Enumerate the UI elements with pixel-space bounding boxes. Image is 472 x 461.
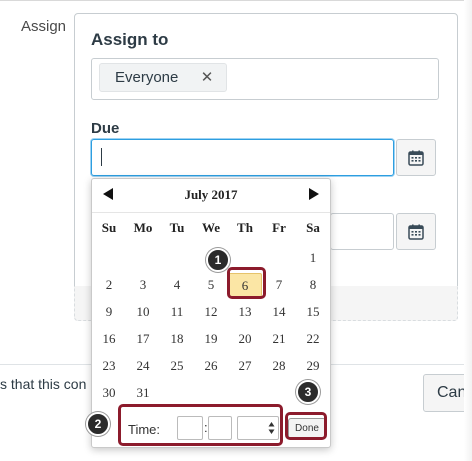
sort-arrows-icon xyxy=(268,422,275,434)
available-from-calendar-button[interactable] xyxy=(396,213,436,250)
day-cell[interactable]: 30 xyxy=(92,381,126,405)
day-cell[interactable]: 9 xyxy=(92,300,126,324)
time-label: Time: xyxy=(128,422,161,437)
day-cell[interactable]: 22 xyxy=(296,327,330,351)
day-cell[interactable]: 5 xyxy=(194,273,228,297)
time-picker-row: Time: : Done xyxy=(92,409,330,445)
day-cell[interactable]: 12 xyxy=(194,300,228,324)
weekday-header: Fr xyxy=(272,220,286,235)
day-cell[interactable]: 29 xyxy=(296,354,330,378)
day-cell[interactable]: 14 xyxy=(262,300,296,324)
due-calendar-button[interactable] xyxy=(396,139,436,176)
callout-step-2: 2 xyxy=(86,412,110,436)
day-cell[interactable]: 11 xyxy=(160,300,194,324)
day-cell[interactable]: 28 xyxy=(262,354,296,378)
assign-row-label: Assign xyxy=(21,18,67,35)
available-from-input[interactable] xyxy=(330,213,394,250)
text-caret xyxy=(101,148,102,166)
day-cell-selected[interactable]: 6 xyxy=(228,273,262,297)
datepicker-popup: July 2017 Su Mo Tu We Th Fr Sa 1 2 3 4 5 6 7 8 9 10 11 12… xyxy=(91,178,331,448)
weekday-header: Mo xyxy=(133,220,153,235)
frame-top-border xyxy=(0,0,472,1)
day-cell[interactable]: 24 xyxy=(126,354,160,378)
due-heading: Due xyxy=(91,120,120,137)
weekday-header: Su xyxy=(101,220,117,235)
day-cell[interactable]: 8 xyxy=(296,273,330,297)
assignee-token: Everyone ✕ xyxy=(99,63,227,92)
day-cell[interactable]: 4 xyxy=(160,273,194,297)
datepicker-header: July 2017 xyxy=(92,179,330,209)
day-cell[interactable]: 20 xyxy=(228,327,262,351)
due-date-input[interactable] xyxy=(91,139,394,176)
weekday-header: Th xyxy=(237,220,253,235)
day-cell[interactable]: 25 xyxy=(160,354,194,378)
weekday-header: Tu xyxy=(169,220,185,235)
calendar-icon xyxy=(408,150,424,166)
datepicker-header-divider xyxy=(92,212,330,213)
day-cell[interactable]: 3 xyxy=(126,273,160,297)
day-cell[interactable]: 2 xyxy=(92,273,126,297)
assignee-token-label: Everyone xyxy=(115,69,179,86)
day-cell[interactable]: 18 xyxy=(160,327,194,351)
day-cell[interactable]: 17 xyxy=(126,327,160,351)
day-cell[interactable]: 13 xyxy=(228,300,262,324)
day-cell[interactable]: 1 xyxy=(296,246,330,270)
day-cell[interactable]: 7 xyxy=(262,273,296,297)
day-cell[interactable]: 15 xyxy=(296,300,330,324)
day-cell[interactable]: 27 xyxy=(228,354,262,378)
assign-to-heading: Assign to xyxy=(91,30,169,49)
minute-input[interactable] xyxy=(208,416,232,440)
callout-step-3: 3 xyxy=(296,380,320,404)
weekday-header: We xyxy=(201,220,221,235)
callout-step-1: 1 xyxy=(206,248,230,272)
day-cell[interactable]: 31 xyxy=(126,381,160,405)
close-icon[interactable]: ✕ xyxy=(200,70,214,86)
day-cell[interactable]: 26 xyxy=(194,354,228,378)
day-cell[interactable]: 23 xyxy=(92,354,126,378)
day-cell[interactable]: 19 xyxy=(194,327,228,351)
day-cell[interactable]: 10 xyxy=(126,300,160,324)
ampm-select[interactable] xyxy=(237,416,279,440)
frame-right-shadow xyxy=(464,0,472,461)
calendar-icon xyxy=(408,224,424,240)
day-cell[interactable]: 16 xyxy=(92,327,126,351)
day-cell[interactable]: 21 xyxy=(262,327,296,351)
triangle-right-icon[interactable] xyxy=(308,187,320,201)
datepicker-month-label: July 2017 xyxy=(184,187,238,202)
done-button[interactable]: Done xyxy=(288,418,326,439)
weekday-header: Sa xyxy=(306,220,320,235)
hour-input[interactable] xyxy=(177,416,203,440)
